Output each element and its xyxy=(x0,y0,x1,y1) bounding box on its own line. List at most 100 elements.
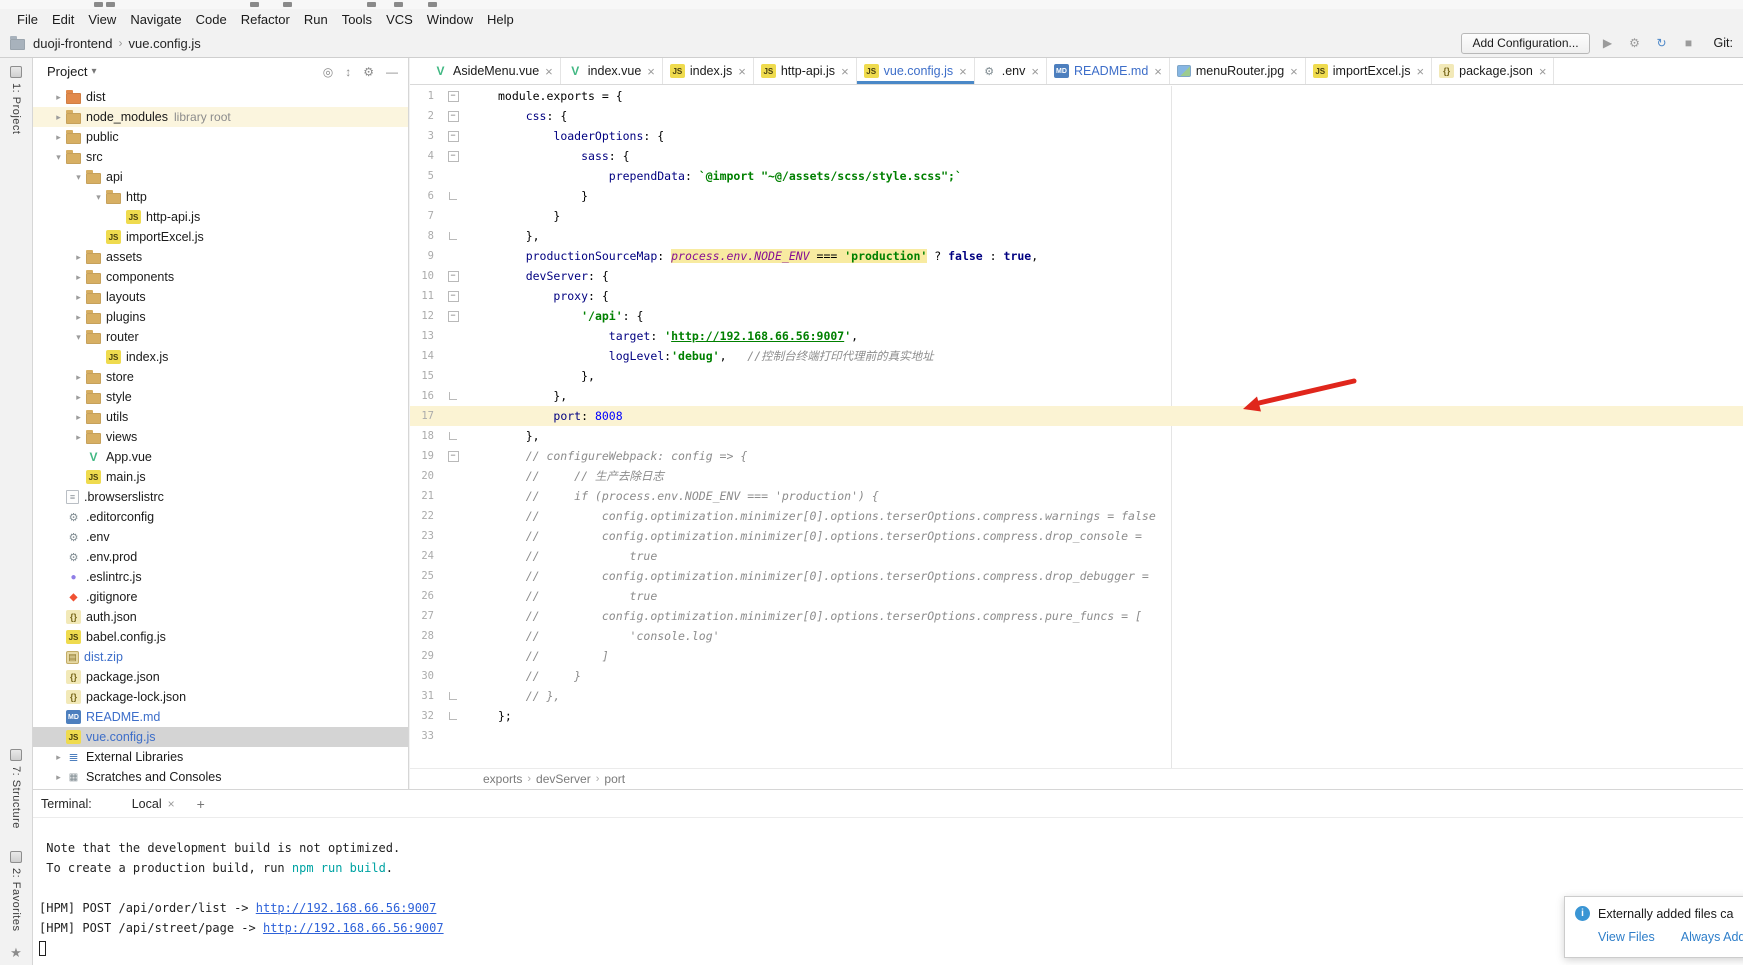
chevron-collapsed-icon[interactable] xyxy=(71,252,86,263)
fold-marker[interactable] xyxy=(438,406,468,426)
editor-tab[interactable]: README.md xyxy=(1047,58,1170,84)
fold-marker[interactable] xyxy=(438,106,468,126)
tree-item[interactable]: components xyxy=(33,267,408,287)
tree-item[interactable]: plugins xyxy=(33,307,408,327)
tree-item[interactable]: http xyxy=(33,187,408,207)
fold-marker[interactable] xyxy=(438,526,468,546)
breadcrumb-item[interactable]: devServer xyxy=(533,772,594,786)
tree-item[interactable]: router xyxy=(33,327,408,347)
stop-button[interactable] xyxy=(1680,36,1698,50)
close-icon[interactable] xyxy=(738,65,746,78)
fold-marker[interactable] xyxy=(438,446,468,466)
fold-marker[interactable] xyxy=(438,166,468,186)
chevron-expanded-icon[interactable] xyxy=(51,152,66,163)
close-icon[interactable] xyxy=(1417,65,1425,78)
favorites-star-icon[interactable] xyxy=(10,945,22,961)
notification-link-always-add[interactable]: Always Add xyxy=(1681,930,1743,944)
terminal-cursor[interactable] xyxy=(39,941,46,956)
chevron-collapsed-icon[interactable] xyxy=(71,392,86,403)
tree-item[interactable]: api xyxy=(33,167,408,187)
close-icon[interactable] xyxy=(168,797,175,811)
toolwindow-project-button[interactable]: 1: Project xyxy=(10,66,22,134)
tree-item[interactable]: package-lock.json xyxy=(33,687,408,707)
locate-file-icon[interactable] xyxy=(323,65,333,79)
fold-marker[interactable] xyxy=(438,726,468,746)
tree-item[interactable]: README.md xyxy=(33,707,408,727)
fold-marker[interactable] xyxy=(438,346,468,366)
breadcrumb-item[interactable]: port xyxy=(601,772,628,786)
chevron-collapsed-icon[interactable] xyxy=(71,292,86,303)
tree-item[interactable]: views xyxy=(33,427,408,447)
tree-item[interactable]: style xyxy=(33,387,408,407)
terminal-tab-local[interactable]: Local xyxy=(132,797,175,811)
collapse-all-icon[interactable] xyxy=(345,65,351,79)
chevron-collapsed-icon[interactable] xyxy=(71,272,86,283)
fold-marker[interactable] xyxy=(438,186,468,206)
fold-marker[interactable] xyxy=(438,326,468,346)
menu-item-window[interactable]: Window xyxy=(420,12,480,27)
tree-item[interactable]: dist xyxy=(33,87,408,107)
menu-item-vcs[interactable]: VCS xyxy=(379,12,420,27)
tree-item[interactable]: layouts xyxy=(33,287,408,307)
tree-item[interactable]: src xyxy=(33,147,408,167)
chevron-down-icon[interactable] xyxy=(91,66,96,77)
fold-marker[interactable] xyxy=(438,646,468,666)
tree-item[interactable]: babel.config.js xyxy=(33,627,408,647)
toolwindow-structure-button[interactable]: 7: Structure xyxy=(10,749,22,829)
editor-tab[interactable]: vue.config.js xyxy=(857,58,975,84)
menu-item-code[interactable]: Code xyxy=(189,12,234,27)
tree-item[interactable]: utils xyxy=(33,407,408,427)
tree-item[interactable]: .browserslistrc xyxy=(33,487,408,507)
tree-item[interactable]: Scratches and Consoles xyxy=(33,767,408,787)
settings-icon[interactable] xyxy=(1626,36,1644,50)
chevron-collapsed-icon[interactable] xyxy=(51,772,66,783)
run-button[interactable] xyxy=(1599,36,1617,50)
tree-item[interactable]: .env.prod xyxy=(33,547,408,567)
notification-link-view-files[interactable]: View Files xyxy=(1598,930,1655,944)
close-icon[interactable] xyxy=(1539,65,1547,78)
fold-marker[interactable] xyxy=(438,226,468,246)
chevron-collapsed-icon[interactable] xyxy=(71,372,86,383)
tree-item[interactable]: main.js xyxy=(33,467,408,487)
fold-marker[interactable] xyxy=(438,506,468,526)
add-configuration-button[interactable]: Add Configuration... xyxy=(1461,33,1589,54)
tree-item[interactable]: store xyxy=(33,367,408,387)
tree-item[interactable]: .editorconfig xyxy=(33,507,408,527)
fold-marker[interactable] xyxy=(438,566,468,586)
menu-item-file[interactable]: File xyxy=(10,12,45,27)
chevron-collapsed-icon[interactable] xyxy=(71,312,86,323)
fold-marker[interactable] xyxy=(438,86,468,106)
tree-item[interactable]: http-api.js xyxy=(33,207,408,227)
tree-item[interactable]: public xyxy=(33,127,408,147)
project-panel-title[interactable]: Project xyxy=(47,64,87,79)
breadcrumb-item[interactable]: duoji-frontend xyxy=(31,36,115,51)
fold-marker[interactable] xyxy=(438,586,468,606)
fold-marker[interactable] xyxy=(438,686,468,706)
fold-marker[interactable] xyxy=(438,466,468,486)
close-icon[interactable] xyxy=(1290,65,1298,78)
fold-marker[interactable] xyxy=(438,366,468,386)
tree-item[interactable]: package.json xyxy=(33,667,408,687)
fold-marker[interactable] xyxy=(438,266,468,286)
fold-marker[interactable] xyxy=(438,426,468,446)
gear-icon[interactable] xyxy=(363,65,374,79)
terminal-output[interactable]: Note that the development build is not o… xyxy=(33,818,1743,958)
toolwindow-favorites-button[interactable]: 2: Favorites xyxy=(10,851,22,931)
close-icon[interactable] xyxy=(1031,65,1039,78)
tree-item[interactable]: .env xyxy=(33,527,408,547)
fold-marker[interactable] xyxy=(438,306,468,326)
breadcrumb-item[interactable]: exports xyxy=(480,772,525,786)
editor-tab[interactable]: .env xyxy=(975,58,1047,84)
editor-tab[interactable]: AsideMenu.vue xyxy=(426,58,561,84)
tree-item[interactable]: .eslintrc.js xyxy=(33,567,408,587)
tree-item[interactable]: index.js xyxy=(33,347,408,367)
fold-marker[interactable] xyxy=(438,386,468,406)
chevron-expanded-icon[interactable] xyxy=(71,332,86,343)
menu-item-help[interactable]: Help xyxy=(480,12,521,27)
chevron-collapsed-icon[interactable] xyxy=(71,412,86,423)
tree-item[interactable]: External Libraries xyxy=(33,747,408,767)
close-icon[interactable] xyxy=(545,65,553,78)
fold-marker[interactable] xyxy=(438,146,468,166)
fold-marker[interactable] xyxy=(438,626,468,646)
chevron-collapsed-icon[interactable] xyxy=(71,432,86,443)
